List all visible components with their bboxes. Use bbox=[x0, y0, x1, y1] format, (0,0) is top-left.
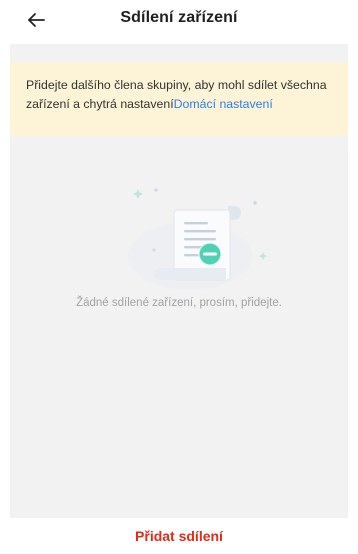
content-area: Přidejte dalšího člena skupiny, aby mohl… bbox=[10, 44, 348, 518]
info-notice: Přidejte dalšího člena skupiny, aby mohl… bbox=[10, 62, 348, 136]
page-title: Sdílení zařízení bbox=[120, 9, 238, 26]
screen: Sdílení zařízení Přidejte dalšího člena … bbox=[0, 0, 358, 554]
empty-document-icon bbox=[128, 188, 268, 290]
empty-illustration bbox=[110, 184, 270, 304]
home-settings-link[interactable]: Domácí nastavení bbox=[174, 97, 273, 111]
footer-bar: Přidat sdílení bbox=[0, 518, 358, 554]
add-share-button[interactable]: Přidat sdílení bbox=[0, 528, 358, 544]
header-bar: Sdílení zařízení bbox=[0, 0, 358, 44]
empty-state-message: Žádné sdílené zařízení, prosím, přidejte… bbox=[76, 297, 282, 309]
